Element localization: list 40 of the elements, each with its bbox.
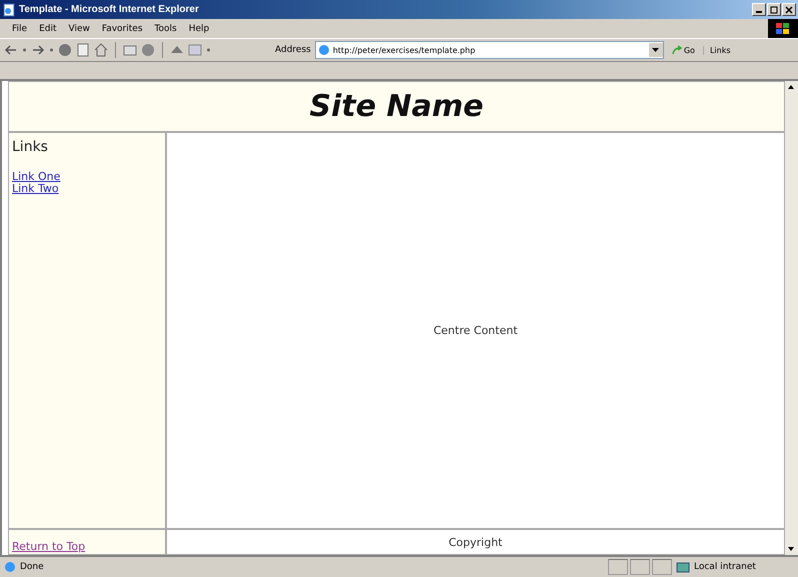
address-label: Address (275, 45, 311, 55)
centre-content-text: Centre Content (433, 324, 518, 337)
maximize-button[interactable] (767, 3, 781, 16)
minimize-button[interactable] (752, 3, 766, 16)
sidebar-link[interactable]: Link Two (12, 183, 59, 195)
intranet-icon (676, 561, 690, 573)
forward-icon[interactable] (31, 43, 45, 57)
menu-item[interactable]: Tools (148, 24, 183, 34)
menu-item[interactable]: File (6, 24, 34, 34)
address-field[interactable]: http://peter/exercises/template.php (314, 41, 664, 59)
site-name: Site Name (310, 89, 484, 124)
menu-item[interactable]: Edit (33, 24, 62, 34)
page-icon (318, 44, 330, 56)
zone-text: Local intranet (694, 562, 757, 572)
home-icon[interactable] (94, 43, 108, 57)
sidebar-heading: Links (12, 139, 49, 155)
close-icon (785, 6, 793, 14)
windows-logo-icon (768, 19, 798, 38)
sidebar-link[interactable]: Link One (12, 171, 60, 183)
back-icon[interactable] (4, 43, 18, 57)
status-panel (652, 559, 672, 575)
status-text: Done (20, 562, 45, 572)
go-button[interactable]: Go (668, 45, 699, 55)
menu-item[interactable]: Favorites (96, 24, 149, 34)
page-icon (2, 2, 16, 16)
caret-icon (652, 48, 660, 52)
window-title: Template - Microsoft Internet Explorer (19, 4, 200, 15)
status-panel (630, 559, 650, 575)
dropdown-button[interactable] (648, 43, 663, 57)
page-done-icon (4, 561, 16, 573)
minimize-icon (756, 11, 762, 13)
scrollbar[interactable] (785, 81, 798, 555)
go-arrow-icon (672, 45, 682, 55)
copyright-text: Copyright (448, 536, 502, 548)
close-button[interactable] (782, 3, 796, 16)
menu-item[interactable]: Help (182, 24, 216, 34)
status-panel (608, 559, 628, 575)
menu-item[interactable]: View (62, 24, 96, 34)
links-button[interactable]: Links (702, 46, 730, 54)
maximize-icon (770, 6, 778, 14)
